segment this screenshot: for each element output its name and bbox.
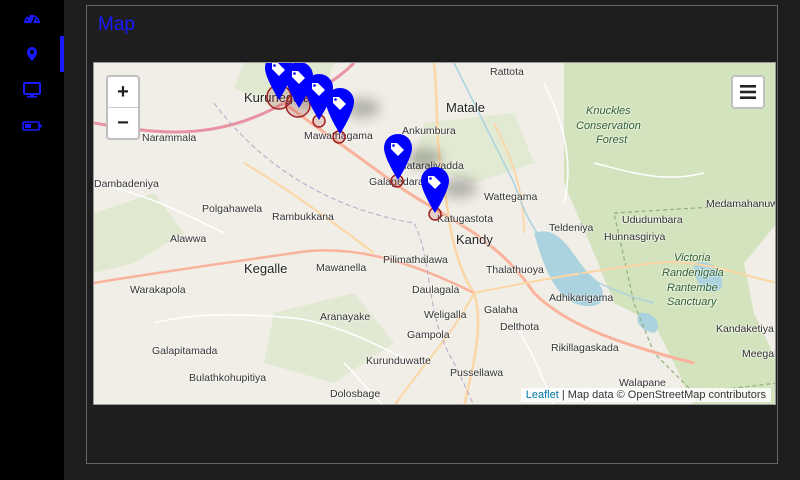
zoom-control: + −	[106, 75, 140, 140]
map-view[interactable]: Rattota Kurunegala Matale Knuckles Conse…	[93, 62, 776, 405]
battery-icon	[22, 121, 42, 131]
nav-map[interactable]	[0, 36, 64, 72]
dashboard-icon	[24, 15, 40, 24]
leaflet-link[interactable]: Leaflet	[526, 389, 559, 401]
layers-button[interactable]	[731, 75, 765, 109]
marker-layer	[265, 63, 477, 221]
page-title: Map	[98, 14, 135, 35]
sidebar	[0, 0, 64, 480]
map-attribution: Leaflet | Map data © OpenStreetMap contr…	[520, 388, 771, 402]
nav-battery[interactable]	[0, 108, 64, 144]
monitor-icon	[23, 82, 41, 98]
nav-display[interactable]	[0, 72, 64, 108]
map-marker	[384, 134, 412, 180]
zoom-in-button[interactable]: +	[108, 77, 138, 107]
nav-dashboard[interactable]	[0, 0, 64, 36]
hamburger-menu-icon	[740, 85, 756, 99]
zoom-out-button[interactable]: −	[108, 107, 138, 138]
attribution-text: | Map data © OpenStreetMap contributors	[561, 389, 766, 401]
map-pin-icon	[27, 47, 37, 61]
map-marker	[326, 88, 354, 134]
map-marker	[421, 167, 449, 213]
